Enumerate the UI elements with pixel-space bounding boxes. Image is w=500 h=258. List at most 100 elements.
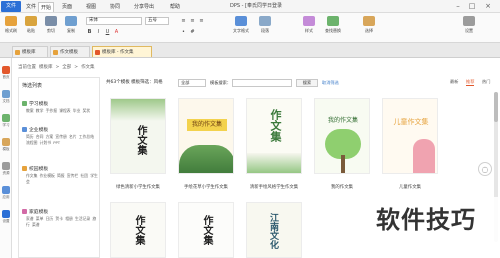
group-enterprise[interactable]: 企业模板 (22, 126, 48, 133)
scissors-icon (45, 16, 57, 26)
menu-page[interactable]: 页面 (60, 2, 74, 12)
select-icon (363, 16, 375, 26)
app-title: DPS - [奉氏同学日登录 (230, 3, 282, 9)
align-right-icon[interactable]: ≡ (198, 18, 205, 25)
copy-button[interactable]: 复制 (62, 16, 80, 40)
breadcrumb: 当前位置 模板库 > 全部 > 作文集 (18, 65, 95, 70)
settings-icon[interactable] (2, 210, 10, 218)
menu-bar: 文件 文件 开始 页面 视图 协同 分享导出 帮助 DPS - [奉氏同学日登录… (0, 0, 500, 13)
align-center-icon[interactable]: ≡ (189, 18, 196, 25)
watermark: 软件技巧 (352, 197, 500, 243)
maximize-button[interactable]: □ (466, 1, 478, 11)
card-title[interactable]: 清新手绘风格学生作文集 (239, 184, 309, 190)
align-left-icon[interactable]: ≡ (180, 18, 187, 25)
chat-icon[interactable]: ◌ (478, 162, 492, 176)
font-color-button[interactable]: A (113, 29, 120, 36)
file-menu-button[interactable]: 文件 (1, 1, 21, 12)
menu-view[interactable]: 视图 (84, 2, 98, 12)
menu-start[interactable]: 开始 (38, 2, 55, 12)
filter-label: 共63个模板 模板筛选：风格 (106, 80, 163, 85)
brush-icon (5, 16, 17, 26)
font-name-select[interactable]: 宋体 (86, 17, 142, 25)
template-card[interactable]: 我的作文集 (178, 98, 234, 174)
card-title[interactable]: 我的作文集 (307, 184, 377, 190)
cancel-filter-link[interactable]: 取消筛选 (322, 80, 339, 86)
style-button[interactable]: 样式 (300, 16, 318, 40)
group-study-items[interactable]: 教案 教学 手抄报 课程表 毕业 奖状 (26, 108, 98, 114)
rail-label: 资源 (2, 171, 10, 175)
underline-button[interactable]: U (104, 29, 111, 36)
template-icon[interactable] (2, 138, 10, 146)
card-title[interactable]: 儿童作文集 (375, 184, 445, 190)
menu-file[interactable]: 文件 (24, 2, 38, 12)
cover-art (111, 99, 165, 121)
template-card[interactable]: 江南文化 (246, 202, 302, 258)
sort-recommended[interactable]: 推荐 (466, 79, 475, 86)
cover-title: 我的作文集 (187, 119, 227, 131)
menu-collab[interactable]: 协同 (108, 2, 122, 12)
home-icon (22, 209, 27, 214)
template-card[interactable]: 儿童作文集 (382, 98, 438, 174)
tab-icon (53, 50, 58, 55)
gear-icon (463, 16, 475, 26)
cover-title: 作文集 (269, 109, 282, 142)
group-family-items[interactable]: 家谱 菜单 日历 贺卡 相册 生活记录 旅行 菜谱 (26, 216, 98, 228)
search-label: 模板搜索： (210, 80, 231, 85)
briefcase-icon (22, 127, 27, 132)
resource-icon[interactable] (2, 162, 10, 170)
bold-button[interactable]: B (86, 29, 93, 36)
apps-icon[interactable] (2, 186, 10, 194)
group-enterprise-items[interactable]: 简历 合同 方案 宣传册 名片 工作总结 流程图 计划书 PPT (26, 134, 98, 146)
style-select[interactable]: 全部 (178, 79, 206, 87)
group-campus-items[interactable]: 作文集 作业模板 简报 宣传栏 社团 学生会 (26, 173, 98, 185)
rail-label: 设置 (2, 219, 10, 223)
list-number-icon[interactable]: # (189, 29, 196, 36)
menu-share[interactable]: 分享导出 (132, 2, 156, 12)
format-painter-button[interactable]: 格式刷 (2, 16, 20, 40)
tab-essay-collection[interactable]: 模板库 - 作文集 (92, 46, 152, 57)
paragraph-icon (259, 16, 271, 26)
tab-template-library[interactable]: 模板库 (12, 46, 48, 57)
cover-title: 作文集 (135, 125, 146, 155)
tab-icon (95, 50, 100, 55)
home-icon[interactable] (2, 66, 10, 74)
study-icon (22, 101, 27, 106)
group-campus[interactable]: 校园模板 (22, 165, 48, 172)
template-card[interactable]: 作文集 (178, 202, 234, 258)
tab-essay-templates[interactable]: 作文模板 (50, 46, 90, 57)
list-bullet-icon[interactable]: • (180, 29, 187, 36)
card-title[interactable]: 绿色清新小学生作文集 (103, 184, 173, 190)
sort-latest[interactable]: 最新 (450, 79, 458, 85)
group-study[interactable]: 学习模板 (22, 100, 48, 107)
template-card[interactable]: 作文集 (246, 98, 302, 174)
scrollbar-thumb[interactable] (494, 92, 498, 122)
italic-button[interactable]: I (95, 29, 102, 36)
document-icon[interactable] (2, 90, 10, 98)
card-title[interactable]: 手绘花草小学生作文集 (171, 184, 241, 190)
close-window-button[interactable]: × (482, 1, 494, 11)
search-button[interactable]: 搜索 (296, 79, 318, 87)
cover-title: 江南文化 (268, 213, 278, 249)
find-replace-button[interactable]: 查找替换 (324, 16, 342, 40)
template-card[interactable]: 作文集 (110, 98, 166, 174)
template-search-input[interactable] (232, 79, 292, 87)
select-button[interactable]: 选择 (360, 16, 378, 40)
minimize-button[interactable]: – (452, 1, 464, 11)
group-family[interactable]: 家庭模板 (22, 208, 48, 215)
cut-button[interactable]: 剪切 (42, 16, 60, 40)
school-icon (22, 166, 27, 171)
paragraph-button[interactable]: 段落 (256, 16, 274, 40)
crumb-library[interactable]: 模板库 (39, 65, 53, 70)
rail-label: 学习 (2, 123, 10, 127)
sort-popular[interactable]: 热门 (482, 79, 490, 85)
study-icon[interactable] (2, 114, 10, 122)
font-size-select[interactable]: 五号 (145, 17, 169, 25)
template-card[interactable]: 作文集 (110, 202, 166, 258)
paste-button[interactable]: 粘贴 (22, 16, 40, 40)
menu-help[interactable]: 帮助 (168, 2, 182, 12)
left-rail (0, 58, 12, 258)
text-format-button[interactable]: 文字格式 (232, 16, 250, 40)
crumb-all[interactable]: 全部 (62, 65, 71, 70)
settings-button[interactable]: 设置 (460, 16, 478, 40)
template-card[interactable]: 我的作文集 (314, 98, 370, 174)
